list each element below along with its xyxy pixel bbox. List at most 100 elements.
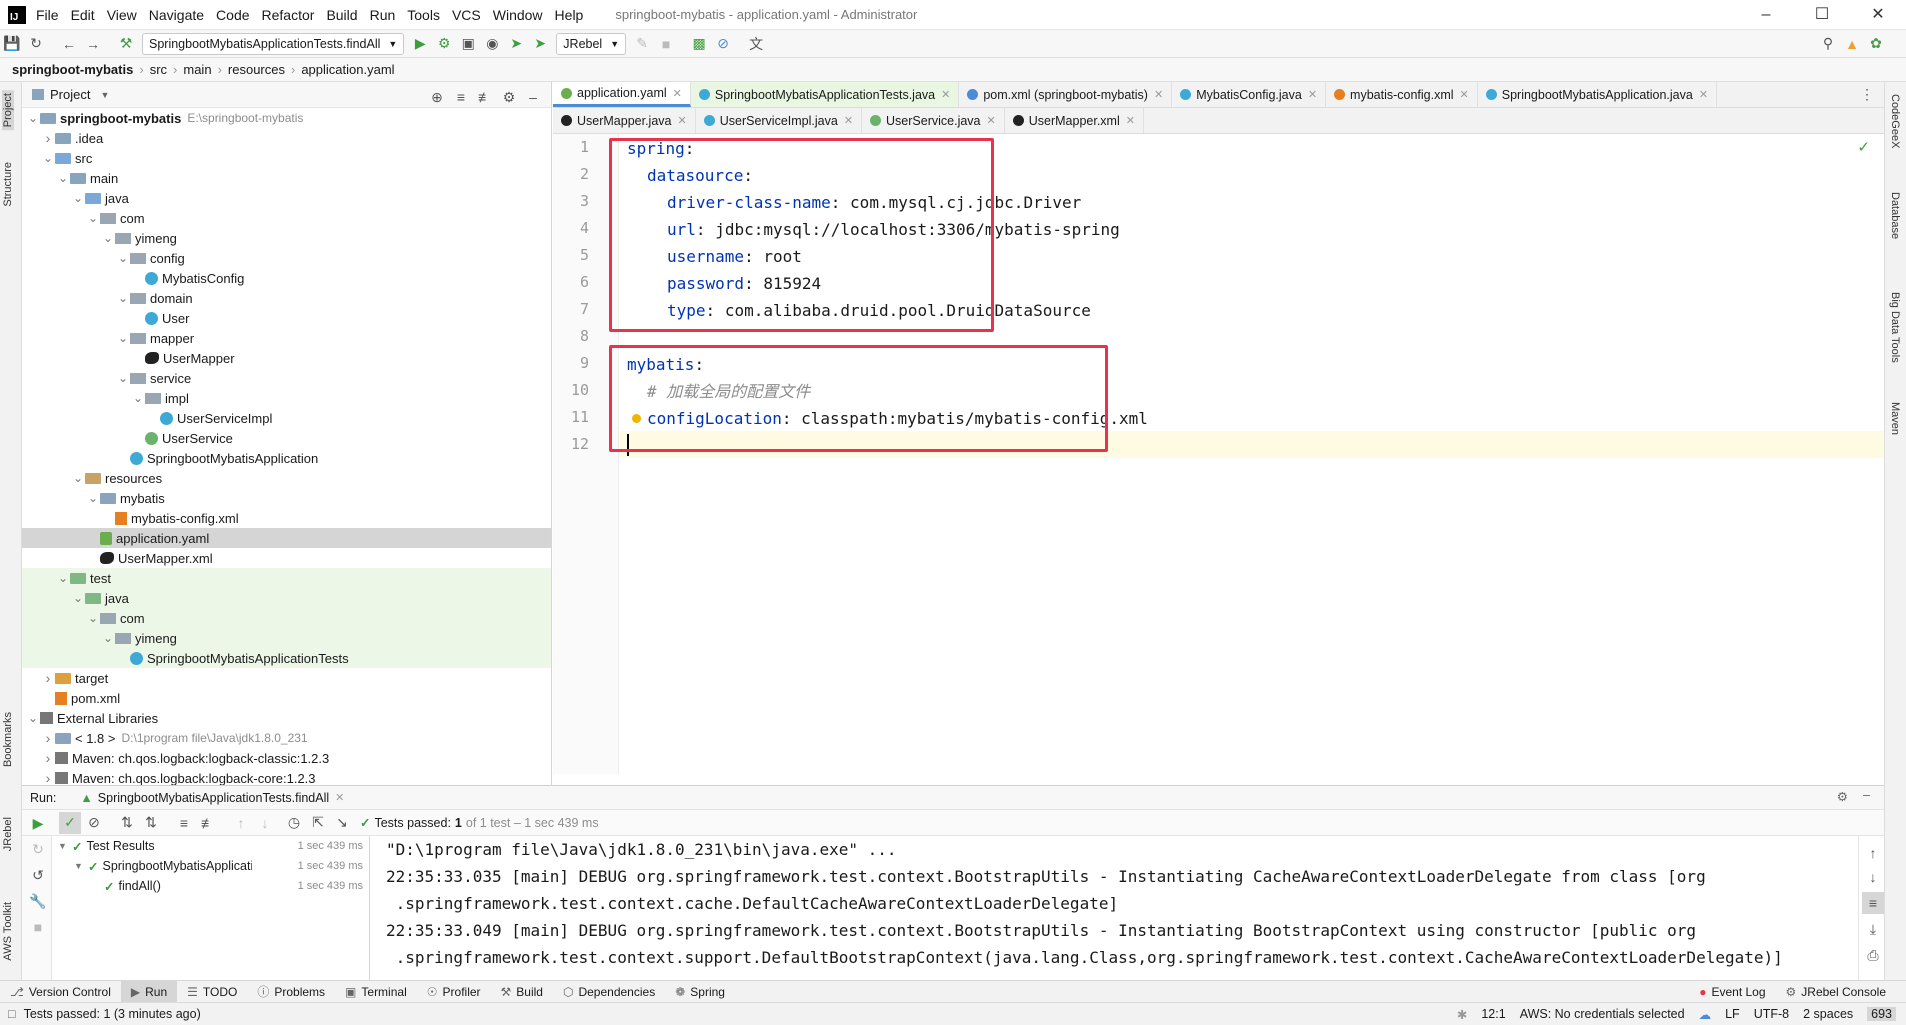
close-tab-icon[interactable]: ✕ (1699, 88, 1708, 101)
editor-tab[interactable]: UserService.java ✕ (862, 108, 1005, 133)
project-tree-node[interactable]: SpringbootMybatisApplication (22, 448, 551, 468)
breadcrumb-resources[interactable]: resources (228, 62, 285, 77)
next-failed-icon[interactable]: ↓ (254, 812, 276, 834)
print-icon[interactable]: ⎙ (1862, 944, 1884, 966)
close-tab-icon[interactable]: ✕ (678, 114, 687, 127)
gear-icon[interactable]: ⚙ (498, 86, 520, 108)
wrench-icon[interactable]: 🔧 (27, 890, 49, 912)
project-tree-node[interactable]: MybatisConfig (22, 268, 551, 288)
sort-alpha-icon[interactable]: ⇅ (116, 812, 138, 834)
big-data-tools-button[interactable]: Big Data Tools (1889, 292, 1901, 363)
chevron-down-icon[interactable]: ⌄ (86, 491, 100, 505)
editor-tab[interactable]: UserMapper.xml ✕ (1005, 108, 1144, 133)
chevron-down-icon[interactable]: ⌄ (86, 611, 100, 625)
close-tab-icon[interactable]: ✕ (1460, 88, 1469, 101)
close-icon[interactable]: ✕ (1850, 0, 1906, 30)
activity-icon[interactable]: ▩ (688, 33, 710, 55)
test-method-row[interactable]: ✓ findAll() 1 sec 439 ms (52, 876, 369, 896)
breadcrumb-file[interactable]: application.yaml (301, 62, 394, 77)
project-tree-node[interactable]: ⌄ External Libraries (22, 708, 551, 728)
tool-tab-jrebel-console[interactable]: ⚙ JRebel Console (1776, 981, 1896, 1003)
expand-all-icon[interactable]: ≡ (173, 812, 195, 834)
project-tree-node[interactable]: UserMapper (22, 348, 551, 368)
menu-edit[interactable]: Edit (71, 7, 95, 23)
project-tree-node[interactable]: ⌄ mapper (22, 328, 551, 348)
close-tab-icon[interactable]: ✕ (844, 114, 853, 127)
tool-tab-terminal[interactable]: ▣ Terminal (335, 981, 417, 1003)
export-icon[interactable]: ⇱ (307, 812, 329, 834)
line-number[interactable]: 10 (553, 381, 589, 399)
project-tree-node[interactable]: UserMapper.xml (22, 548, 551, 568)
test-class-row[interactable]: ▼ ✓ SpringbootMybatisApplicatic 1 sec 43… (52, 856, 369, 876)
stop-icon[interactable]: ■ (655, 33, 677, 55)
forward-icon[interactable]: → (82, 33, 104, 55)
menu-refactor[interactable]: Refactor (262, 7, 315, 23)
status-toggle-icon[interactable]: □ (8, 1007, 16, 1021)
menu-run[interactable]: Run (370, 7, 396, 23)
project-tree-node[interactable]: ⌄ domain (22, 288, 551, 308)
project-tree-node[interactable]: ⌄ springboot-mybatis E:\springboot-mybatis (22, 108, 551, 128)
project-tree-node[interactable]: ⌄ com (22, 608, 551, 628)
test-results-root[interactable]: ▼ ✓ Test Results 1 sec 439 ms (52, 836, 369, 856)
line-number[interactable]: 8 (553, 327, 589, 345)
chevron-right-icon[interactable]: › (41, 730, 55, 746)
project-tree-node[interactable]: User (22, 308, 551, 328)
chevron-down-icon[interactable]: ⌄ (131, 391, 145, 405)
breadcrumb-main[interactable]: main (183, 62, 211, 77)
project-tree-node[interactable]: ⌄ java (22, 188, 551, 208)
toggle-auto-test-icon[interactable]: ↺ (27, 864, 49, 886)
rerun-icon[interactable]: ▶ (27, 812, 49, 834)
run-config-select[interactable]: SpringbootMybatisApplicationTests.findAl… (142, 32, 405, 55)
search-icon[interactable]: ⚲ (1817, 33, 1839, 55)
jrebel-debug-icon[interactable]: ➤ (529, 33, 551, 55)
save-all-icon[interactable]: 💾 (1, 33, 23, 55)
project-tree-node[interactable]: mybatis-config.xml (22, 508, 551, 528)
line-number[interactable]: 1 (553, 138, 589, 156)
chevron-down-icon[interactable]: ⌄ (116, 291, 130, 305)
editor-tab[interactable]: pom.xml (springboot-mybatis) ✕ (959, 82, 1173, 107)
project-tree-node[interactable]: UserService (22, 428, 551, 448)
project-tool-button[interactable]: Project (2, 90, 14, 131)
hide-icon[interactable]: – (522, 86, 544, 108)
collapse-all-icon[interactable]: ≢ (474, 86, 496, 108)
locate-icon[interactable]: ⊕ (426, 86, 448, 108)
project-tree-node[interactable]: pom.xml (22, 688, 551, 708)
tool-tab-version-control[interactable]: ⎇ Version Control (0, 981, 121, 1003)
line-number[interactable]: 5 (553, 246, 589, 264)
menu-help[interactable]: Help (555, 7, 584, 23)
chevron-down-icon[interactable]: ⌄ (101, 231, 115, 245)
background-tasks-icon[interactable]: ✱ (1457, 1007, 1467, 1022)
editor-tab[interactable]: mybatis-config.xml ✕ (1326, 82, 1478, 107)
database-tool-button[interactable]: Database (1889, 192, 1901, 239)
chevron-down-icon[interactable]: ⌄ (26, 111, 40, 125)
line-number[interactable]: 3 (553, 192, 589, 210)
no-problems-check-icon[interactable]: ✓ (1857, 138, 1870, 156)
profile-icon[interactable]: ◉ (481, 33, 503, 55)
hide-panel-icon[interactable]: – (1863, 788, 1870, 802)
breadcrumb-src[interactable]: src (150, 62, 167, 77)
run-icon[interactable]: ▶ (409, 33, 431, 55)
chevron-down-icon[interactable]: ▼ (100, 90, 109, 100)
back-icon[interactable]: ← (58, 33, 80, 55)
project-tree-node[interactable]: ⌄ config (22, 248, 551, 268)
minimize-icon[interactable]: – (1738, 0, 1794, 30)
project-tree-node[interactable]: ⌄ impl (22, 388, 551, 408)
close-tab-icon[interactable]: ✕ (941, 88, 950, 101)
stop-icon[interactable]: ■ (27, 916, 49, 938)
tool-tab-event-log[interactable]: ● Event Log (1689, 981, 1775, 1003)
menu-tools[interactable]: Tools (407, 7, 440, 23)
close-tab-icon[interactable]: ✕ (1154, 88, 1163, 101)
run-config-tab[interactable]: ▲ SpringbootMybatisApplicationTests.find… (80, 791, 344, 805)
caret-position[interactable]: 12:1 (1481, 1007, 1505, 1021)
chevron-down-icon[interactable]: ⌄ (116, 371, 130, 385)
build-icon[interactable]: ✎ (631, 33, 653, 55)
tool-tab-profiler[interactable]: ☉ Profiler (417, 981, 491, 1003)
soft-wrap-icon[interactable]: ≡ (1862, 892, 1884, 914)
menu-code[interactable]: Code (216, 7, 249, 23)
project-tree-node[interactable]: ⌄ java (22, 588, 551, 608)
menu-window[interactable]: Window (493, 7, 543, 23)
hammer-icon[interactable]: ⚒ (115, 33, 137, 55)
chevron-down-icon[interactable]: ⌄ (41, 151, 55, 165)
tool-tab-problems[interactable]: ⓘ Problems (247, 981, 335, 1003)
sync-icon[interactable]: ↻ (25, 33, 47, 55)
